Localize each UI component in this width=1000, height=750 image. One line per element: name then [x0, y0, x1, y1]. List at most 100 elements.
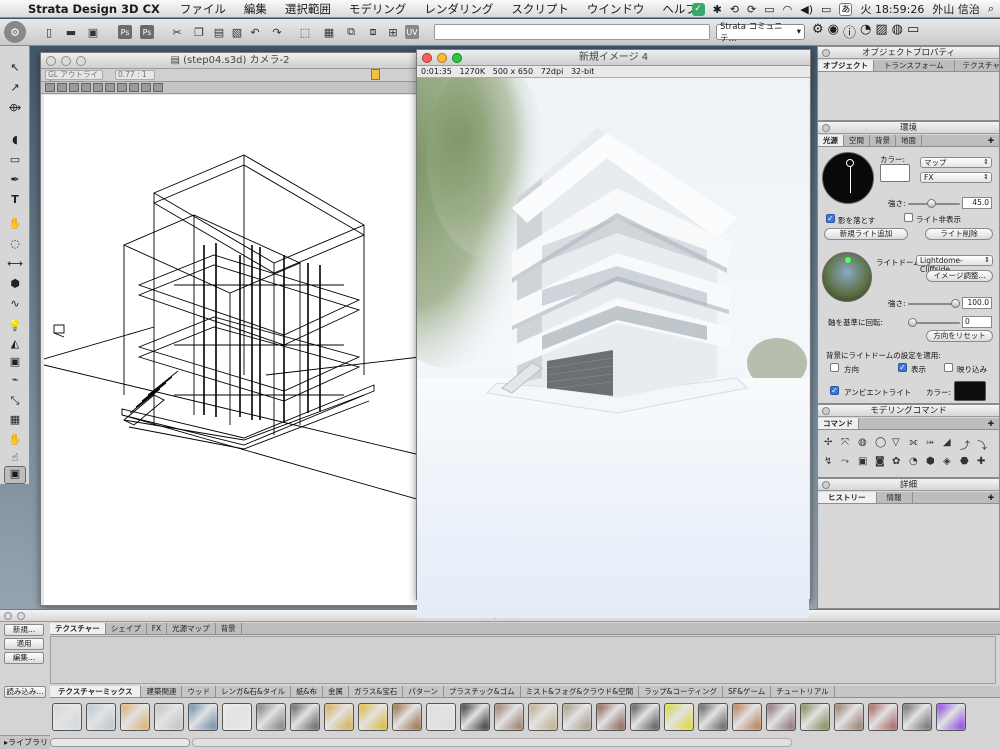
category-brick-stone[interactable]: レンガ&石&タイル — [216, 686, 292, 697]
texture-swatch[interactable] — [426, 703, 456, 731]
light-direction-disk[interactable] — [822, 152, 874, 204]
tab-add-icon[interactable]: ✚ — [983, 135, 999, 146]
texture-swatch[interactable] — [290, 703, 320, 731]
menubar-clock[interactable]: 火 18:59:26 — [860, 1, 924, 17]
category-texture-mix[interactable]: テクスチャーミックス — [50, 686, 142, 697]
minimize-button[interactable] — [437, 53, 447, 63]
command-path-icon[interactable]: ⤳ — [841, 456, 858, 467]
apply-direction-checkbox[interactable] — [830, 363, 839, 372]
import-button[interactable]: 読み込み... — [4, 686, 46, 698]
lock-icon[interactable] — [371, 69, 380, 80]
bluetooth-icon[interactable]: ✱ — [713, 3, 722, 16]
close-button[interactable] — [46, 56, 56, 66]
tab-light[interactable]: 光源 — [818, 135, 844, 146]
category-glass-gem[interactable]: ガラス&宝石 — [349, 686, 404, 697]
command-round-icon[interactable]: ◯ — [875, 437, 892, 452]
community-select[interactable]: Strata コミュニテ... ▾ — [716, 22, 805, 44]
strength-slider[interactable] — [908, 199, 960, 208]
text-tool-icon[interactable]: T — [5, 190, 25, 208]
lightdome-handle[interactable] — [845, 257, 851, 263]
delete-light-button[interactable]: ライト削除 — [925, 228, 993, 240]
texture-swatch[interactable] — [528, 703, 558, 731]
menu-edit[interactable]: 編集 — [244, 1, 267, 17]
command-add-icon[interactable]: ✚ — [977, 456, 994, 467]
spotlight-icon[interactable]: ⌕ — [988, 2, 994, 16]
menu-script[interactable]: スクリプト — [511, 1, 569, 17]
light-color-swatch[interactable] — [880, 164, 910, 182]
command-hole-icon[interactable]: ◙ — [875, 456, 892, 467]
copy-icon[interactable]: ❐ — [190, 23, 208, 41]
tab-info[interactable]: 情報 — [877, 492, 913, 503]
photoshop-layers-icon[interactable]: Ps — [140, 25, 154, 39]
tab-light-maps[interactable]: 光源マップ — [167, 623, 216, 634]
menu-selection[interactable]: 選択範囲 — [285, 1, 331, 17]
photoshop-export-icon[interactable]: Ps — [118, 25, 132, 39]
uv-icon[interactable]: UV — [405, 25, 419, 39]
texture-swatch[interactable] — [562, 703, 592, 731]
texture-swatch[interactable] — [868, 703, 898, 731]
lasso-icon[interactable]: ⟴ — [5, 98, 25, 116]
zoom-button[interactable] — [76, 56, 86, 66]
lightdome-strength-slider[interactable] — [908, 299, 960, 308]
tab-object[interactable]: オブジェクト — [818, 60, 874, 71]
tab-command[interactable]: コマンド — [818, 418, 859, 429]
view-left-icon[interactable] — [69, 83, 79, 92]
light-tool-icon[interactable]: 💡 — [5, 316, 25, 334]
panel-header[interactable]: 詳細 — [818, 479, 999, 491]
hand-icon[interactable]: ✋ — [5, 430, 25, 448]
view-fit-icon[interactable] — [153, 83, 163, 92]
lightdome-strength-knob[interactable] — [951, 299, 960, 308]
apply-resource-button[interactable]: 適用 — [4, 638, 44, 650]
texture-swatch[interactable] — [766, 703, 796, 731]
library-scroll-select[interactable] — [50, 738, 190, 747]
tab-space[interactable]: 空間 — [844, 135, 870, 146]
input-method-icon[interactable]: あ — [839, 2, 853, 16]
view-back-icon[interactable] — [57, 83, 67, 92]
apply-display-checkbox[interactable]: ✓ — [898, 363, 907, 372]
measure-icon[interactable]: ⤡ — [5, 392, 25, 410]
texture-swatch[interactable] — [664, 703, 694, 731]
add-light-button[interactable]: 新規ライト追加 — [824, 228, 908, 240]
texture-swatch[interactable] — [392, 703, 422, 731]
close-button[interactable] — [422, 53, 432, 63]
texture-swatch[interactable] — [222, 703, 252, 731]
command-skin-icon[interactable]: ◈ — [943, 456, 960, 467]
zoom-button[interactable] — [452, 53, 462, 63]
category-pattern[interactable]: パターン — [403, 686, 444, 697]
lathe-icon[interactable]: ◌ — [5, 234, 25, 252]
app-menu[interactable]: Strata Design 3D CX — [28, 2, 160, 16]
texture-swatch[interactable] — [800, 703, 830, 731]
image-adjust-button[interactable]: イメージ調整... — [926, 270, 993, 282]
tab-shapes[interactable]: シェイプ — [106, 623, 147, 634]
open-folder-icon[interactable]: ▬ — [62, 23, 80, 41]
lightdome-select[interactable]: Lightdome-Cliffside — [916, 255, 993, 274]
command-join-icon[interactable]: ⤖ — [926, 437, 943, 452]
modeler-icon[interactable]: ✋ — [5, 214, 25, 232]
rotate-slider[interactable] — [908, 318, 960, 327]
display-icon[interactable]: ▭ — [764, 3, 774, 16]
command-sphere-icon[interactable]: ◍ — [858, 437, 875, 452]
cut-icon[interactable]: ✂ — [168, 23, 186, 41]
wifi-icon[interactable]: ◠ — [783, 3, 793, 16]
menu-file[interactable]: ファイル — [180, 1, 226, 17]
new-file-icon[interactable]: ▯ — [40, 23, 58, 41]
status-app-icon[interactable]: ✓ — [691, 2, 705, 16]
category-tutorial[interactable]: チュートリアル — [771, 686, 835, 697]
tab-texture[interactable]: テクスチャー — [955, 60, 1000, 71]
view-camera-icon[interactable] — [129, 83, 139, 92]
panel-header[interactable]: オブジェクトプロパティ — [818, 47, 999, 59]
render-window-titlebar[interactable]: 新規イメージ 4 — [417, 50, 810, 66]
ambient-light-checkbox[interactable]: ✓ — [830, 386, 839, 395]
new-resource-button[interactable]: 新規... — [4, 624, 44, 636]
map-select[interactable]: マップ — [920, 157, 992, 168]
command-edge-icon[interactable]: ⤧ — [841, 437, 858, 452]
category-paper-cloth[interactable]: 紙&布 — [291, 686, 324, 697]
grid-tool-icon[interactable]: ▦ — [5, 410, 25, 428]
apply-reflection-checkbox[interactable] — [944, 363, 953, 372]
command-sweep-icon[interactable]: ↯ — [824, 456, 841, 467]
category-wood[interactable]: ウッド — [182, 686, 216, 697]
command-cube-icon[interactable]: ▣ — [858, 456, 875, 467]
materials-icon[interactable]: ▨ — [875, 22, 887, 41]
command-wrap-icon[interactable]: ◔ — [909, 456, 926, 467]
select-arrow-icon[interactable]: ↖ — [5, 58, 25, 76]
